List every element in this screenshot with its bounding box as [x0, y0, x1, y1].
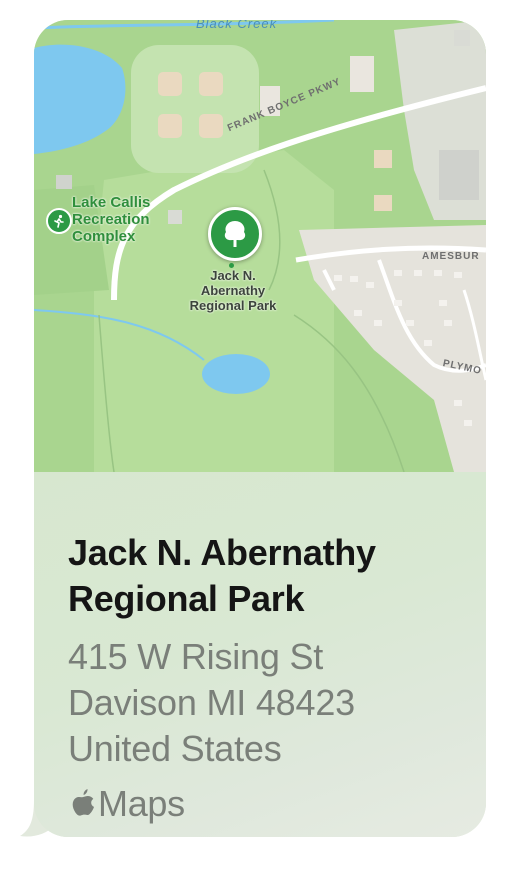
address-line-2: Davison MI 48423	[68, 682, 355, 723]
recreation-complex-label[interactable]: Lake Callis Recreation Complex	[72, 194, 150, 245]
runner-icon[interactable]	[46, 208, 72, 234]
maps-brand-label: Maps	[98, 783, 185, 824]
park-map-label: Jack N. Abernathy Regional Park	[189, 268, 277, 313]
address-line-3: United States	[68, 728, 282, 769]
map-preview[interactable]: Black Creek FRANK BOYCE PKWY AMESBUR PLY…	[34, 20, 486, 473]
address-line-1: 415 W Rising St	[68, 636, 324, 677]
road-label-amesbury: AMESBUR	[422, 251, 480, 262]
creek-label: Black Creek	[196, 20, 278, 31]
map-link-bubble[interactable]: Black Creek FRANK BOYCE PKWY AMESBUR PLY…	[34, 20, 486, 837]
maps-attribution: Maps	[68, 781, 185, 827]
tree-icon	[224, 221, 246, 247]
park-pin[interactable]	[208, 207, 262, 261]
place-info[interactable]: Jack N. Abernathy Regional Park 415 W Ri…	[34, 472, 486, 837]
map-canvas	[34, 20, 486, 473]
place-name: Jack N. Abernathy Regional Park	[68, 532, 376, 619]
apple-logo-icon	[72, 789, 94, 816]
